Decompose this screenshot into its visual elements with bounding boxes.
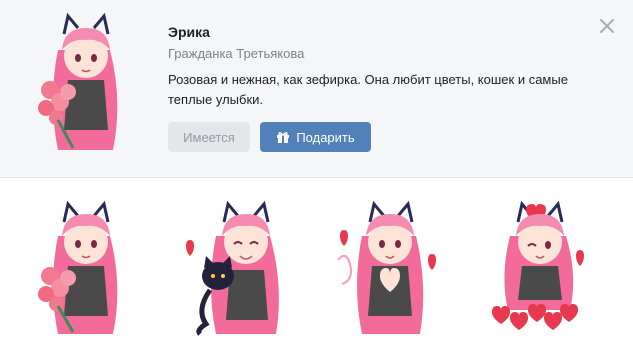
- gift-button-label: Подарить: [296, 129, 355, 145]
- owned-button[interactable]: Имеется: [168, 122, 250, 152]
- pack-cover-sticker: [38, 12, 118, 150]
- sticker-heart-hands[interactable]: [332, 200, 444, 340]
- sticker-flowers[interactable]: [28, 200, 140, 340]
- close-icon[interactable]: [597, 16, 617, 36]
- owned-button-label: Имеется: [183, 129, 235, 145]
- pack-author[interactable]: Гражданка Третьякова: [168, 46, 304, 61]
- sticker-pack-header: Эрика Гражданка Третьякова Розовая и неж…: [0, 0, 633, 178]
- gift-icon: [277, 132, 290, 143]
- gift-button[interactable]: Подарить: [260, 122, 371, 152]
- sticker-hearts-pile[interactable]: [482, 200, 594, 340]
- sticker-grid: [0, 190, 633, 350]
- pack-title: Эрика: [168, 24, 210, 40]
- sticker-black-cat[interactable]: [176, 200, 288, 340]
- pack-description: Розовая и нежная, как зефирка. Она любит…: [168, 72, 568, 107]
